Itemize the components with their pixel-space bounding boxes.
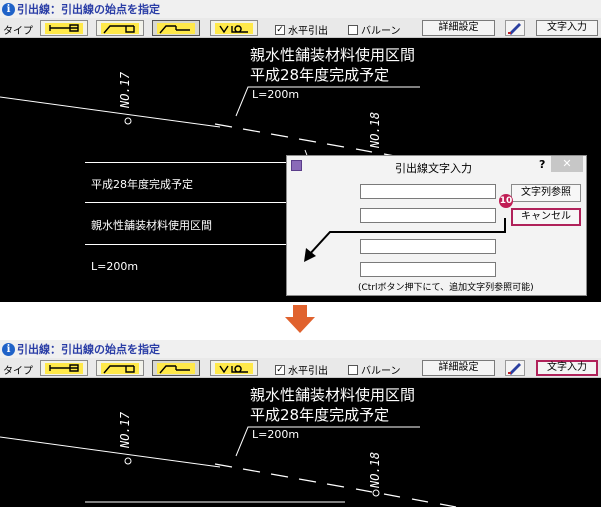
type-label: タイプ	[3, 26, 33, 37]
leader-step-icon	[101, 23, 139, 34]
leader-balloon-icon	[215, 363, 253, 374]
command-title: 引出線：引出線の始点を指定	[17, 3, 160, 16]
leader-type-3-button[interactable]	[152, 20, 200, 36]
close-icon[interactable]: ✕	[551, 156, 583, 172]
text-input-3[interactable]	[360, 239, 496, 254]
pen-settings-button[interactable]	[505, 20, 525, 36]
detail-settings-button[interactable]: 詳細設定	[422, 20, 495, 36]
station-no17-label: NO.17	[118, 71, 132, 108]
info-icon: i	[2, 2, 15, 16]
text-input-2[interactable]	[360, 208, 496, 223]
leader-left-icon	[45, 23, 83, 34]
leader-left-icon	[45, 363, 83, 374]
step-badge: 10	[499, 194, 513, 208]
table-row: L=200m	[91, 260, 139, 273]
app-icon	[291, 160, 302, 171]
dialog-title: 引出線文字入力	[395, 162, 472, 175]
command-titlebar: i 引出線：引出線の始点を指定	[0, 340, 601, 358]
horizontal-check-box[interactable]: ✓	[275, 364, 285, 375]
table-row: 親水性舗装材料使用区間	[91, 219, 212, 232]
leader-type-4-button[interactable]	[210, 360, 258, 376]
horizontal-check-label: 水平引出	[288, 366, 328, 377]
drawing-label-line2: 平成28年度完成予定	[250, 66, 390, 84]
leader-type-2-button[interactable]	[96, 360, 144, 376]
balloon-check-label: バルーン	[361, 26, 401, 37]
text-input-4[interactable]	[360, 262, 496, 277]
station-no17-label: NO.17	[118, 411, 132, 448]
drawing-label-length: L=200m	[252, 88, 300, 101]
cad-canvas[interactable]: 親水性舗装材料使用区間 平成28年度完成予定 L=200m NO.17 NO.1…	[0, 378, 601, 507]
type-label: タイプ	[3, 366, 33, 377]
drawing-label-line1: 親水性舗装材料使用区間	[250, 386, 416, 404]
string-reference-button[interactable]: 文字列参照	[511, 184, 581, 202]
table-row: 平成28年度完成予定	[91, 178, 193, 191]
leader-toolbar: タイプ ✓ 水平引出 バルーン 詳細設定 文字入力	[0, 358, 601, 378]
text-input-button[interactable]: 文字入力	[536, 20, 598, 36]
drawing-label-line2: 平成28年度完成予定	[250, 406, 390, 424]
balloon-checkbox[interactable]: バルーン	[348, 362, 401, 377]
leader-type-2-button[interactable]	[96, 20, 144, 36]
leader-text-dialog: 引出線文字入力 ? ✕ 文字列参照 キャンセル (Ctrlボタン押下にて、追加文…	[286, 155, 587, 296]
horizontal-checkbox[interactable]: ✓ 水平引出	[275, 22, 328, 37]
leader-type-1-button[interactable]	[40, 20, 88, 36]
pen-icon	[508, 23, 521, 35]
leader-type-3-button[interactable]	[152, 360, 200, 376]
drawing-label-line1: 親水性舗装材料使用区間	[250, 46, 416, 64]
balloon-checkbox[interactable]: バルーン	[348, 22, 401, 37]
dialog-titlebar: 引出線文字入力 ? ✕	[287, 156, 586, 176]
screen-before: i 引出線：引出線の始点を指定 タイプ ✓ 水平引出 バルーン 詳細設定 文字入…	[0, 0, 601, 302]
screen-after: i 引出線：引出線の始点を指定 タイプ ✓ 水平引出 バルーン 詳細設定 文字入…	[0, 340, 601, 507]
pen-icon	[508, 363, 521, 375]
leader-type-1-button[interactable]	[40, 360, 88, 376]
leader-diagonal-icon	[157, 23, 195, 34]
horizontal-checkbox[interactable]: ✓ 水平引出	[275, 362, 328, 377]
command-titlebar: i 引出線：引出線の始点を指定	[0, 0, 601, 18]
station-no18-label: NO.18	[368, 451, 382, 488]
station-no18-label: NO.18	[368, 111, 382, 148]
detail-settings-button[interactable]: 詳細設定	[422, 360, 495, 376]
text-input-button[interactable]: 文字入力	[536, 360, 598, 376]
horizontal-check-box[interactable]: ✓	[275, 24, 285, 35]
balloon-check-box[interactable]	[348, 364, 358, 375]
ctrl-hint-note: (Ctrlボタン押下にて、追加文字列参照可能)	[358, 283, 534, 293]
leader-type-4-button[interactable]	[210, 20, 258, 36]
horizontal-check-label: 水平引出	[288, 26, 328, 37]
cancel-button[interactable]: キャンセル	[511, 208, 581, 226]
leader-balloon-icon	[215, 23, 253, 34]
balloon-check-box[interactable]	[348, 24, 358, 35]
down-arrow-icon	[285, 305, 315, 333]
command-title: 引出線：引出線の始点を指定	[17, 343, 160, 356]
leader-step-icon	[101, 363, 139, 374]
text-input-1[interactable]	[360, 184, 496, 199]
balloon-check-label: バルーン	[361, 366, 401, 377]
help-icon[interactable]: ?	[539, 158, 545, 171]
leader-diagonal-icon	[157, 363, 195, 374]
pen-settings-button[interactable]	[505, 360, 525, 376]
drawing-label-length: L=200m	[252, 428, 300, 441]
info-icon: i	[2, 342, 15, 356]
leader-toolbar: タイプ ✓ 水平引出 バルーン 詳細設定 文字入力	[0, 18, 601, 38]
